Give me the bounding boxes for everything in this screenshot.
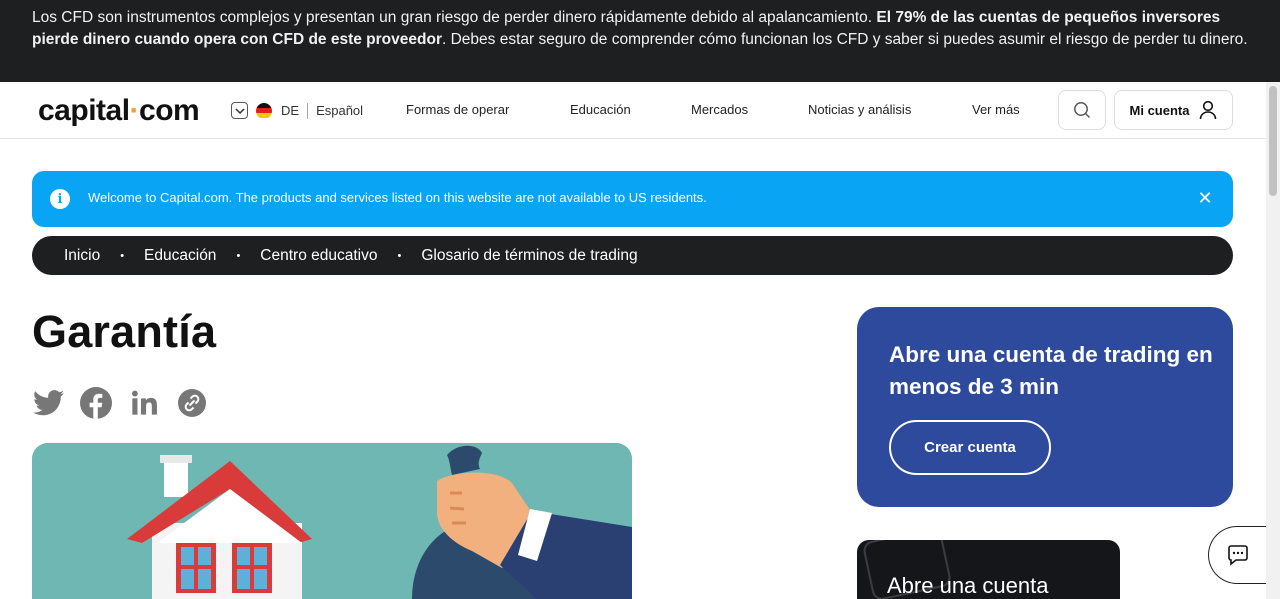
nav-noticias[interactable]: Noticias y análisis — [808, 102, 911, 117]
breadcrumb-glosario[interactable]: Glosario de términos de trading — [421, 247, 637, 265]
notice-message: Welcome to Capital.com. The products and… — [88, 190, 707, 205]
language-label[interactable]: Español — [316, 103, 363, 118]
capital-logo[interactable]: capital·com — [38, 94, 200, 128]
close-icon[interactable]: ✕ — [1194, 187, 1216, 209]
nav-educacion[interactable]: Educación — [570, 102, 631, 117]
facebook-icon[interactable] — [80, 387, 112, 419]
language-divider — [307, 102, 309, 119]
breadcrumb: Inicio • Educación • Centro educativo • … — [32, 236, 1233, 275]
region-code[interactable]: DE — [281, 103, 299, 118]
scrollbar-thumb[interactable] — [1269, 86, 1277, 196]
twitter-icon[interactable] — [32, 387, 64, 419]
breadcrumb-educacion[interactable]: Educación — [144, 247, 216, 265]
risk-warning-banner: Los CFD son instrumentos complejos y pre… — [0, 0, 1280, 82]
search-button[interactable] — [1058, 90, 1106, 130]
page-scrollbar[interactable] — [1266, 82, 1280, 599]
page-title: Garantía — [32, 306, 217, 357]
logo-text-left: capital — [38, 94, 130, 127]
germany-flag-icon — [256, 102, 272, 119]
search-icon — [1074, 102, 1091, 119]
risk-text-end: . Debes estar seguro de comprender cómo … — [441, 31, 1248, 48]
language-selector[interactable]: DE Español — [231, 102, 363, 119]
logo-dot: · — [129, 94, 140, 127]
nav-formas-de-operar[interactable]: Formas de operar — [406, 102, 509, 117]
risk-text-start: Los CFD son instrumentos complejos y pre… — [32, 9, 877, 26]
info-icon: i — [50, 189, 70, 209]
nav-ver-mas[interactable]: Ver más — [972, 102, 1020, 117]
account-label: Mi cuenta — [1129, 102, 1190, 118]
site-header: capital·com DE Español Formas de operar … — [0, 82, 1266, 139]
breadcrumb-separator: • — [236, 249, 241, 262]
create-account-button[interactable]: Crear cuenta — [889, 420, 1051, 475]
promo-heading: Abre una cuenta de trading en menos de 3… — [889, 342, 1213, 399]
breadcrumb-separator: • — [397, 249, 402, 262]
breadcrumb-centro-educativo[interactable]: Centro educativo — [260, 247, 377, 265]
chat-icon — [1228, 545, 1248, 566]
app-promo-card[interactable]: Abre una cuenta — [857, 540, 1120, 599]
my-account-button[interactable]: Mi cuenta — [1114, 90, 1233, 130]
linkedin-icon[interactable] — [128, 387, 160, 419]
copy-link-icon[interactable] — [176, 387, 208, 419]
house-and-money-bag-illustration — [32, 443, 632, 599]
user-icon — [1200, 100, 1217, 120]
chat-button[interactable] — [1208, 526, 1266, 584]
collateral-illustration — [32, 443, 632, 599]
breadcrumb-inicio[interactable]: Inicio — [64, 247, 100, 265]
chevron-down-icon[interactable] — [231, 102, 248, 119]
logo-text-right: com — [139, 94, 200, 127]
us-residents-notice: i Welcome to Capital.com. The products a… — [32, 171, 1233, 227]
app-promo-heading: Abre una cuenta — [887, 573, 1049, 598]
open-account-promo: Abre una cuenta de trading en menos de 3… — [857, 307, 1233, 507]
nav-mercados[interactable]: Mercados — [691, 102, 748, 117]
breadcrumb-separator: • — [120, 249, 125, 262]
